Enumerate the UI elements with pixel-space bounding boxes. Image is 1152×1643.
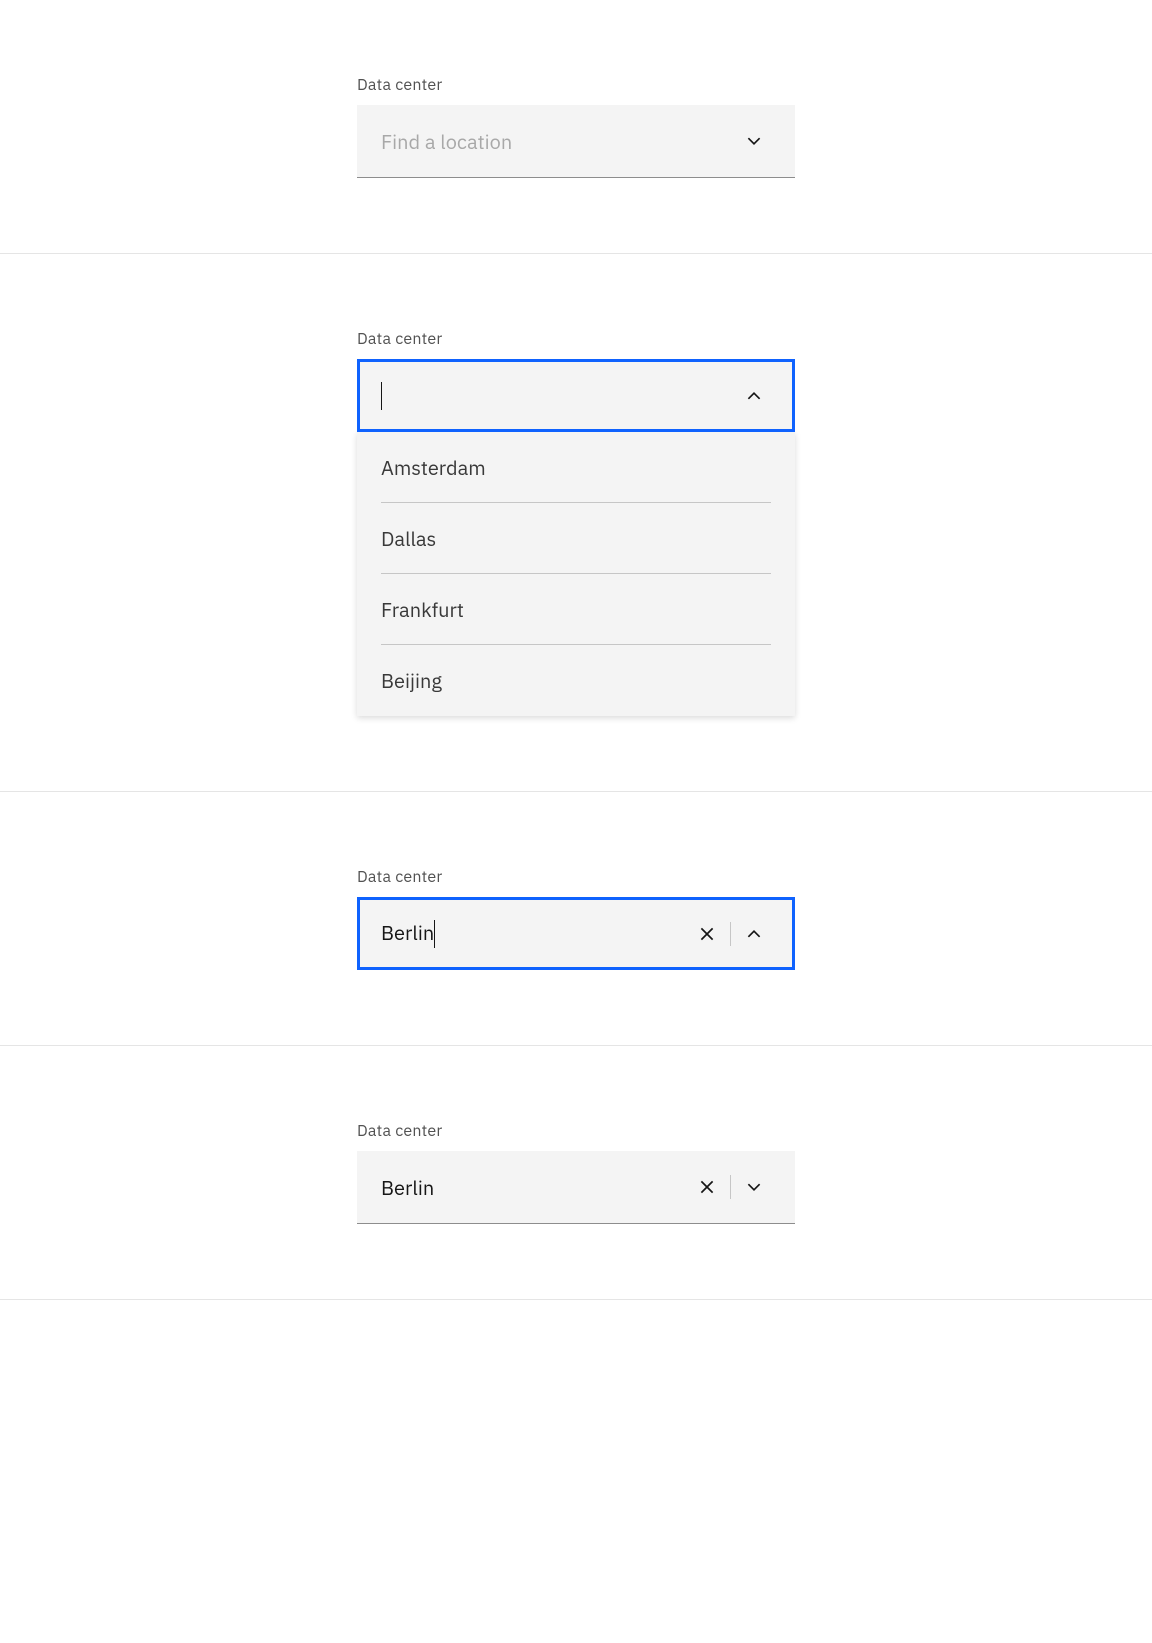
dropdown-menu: Amsterdam Dallas Frankfurt Beijing [357,432,795,716]
divider [730,922,731,946]
dropdown-option[interactable]: Beijing [357,645,795,716]
dropdown-option[interactable]: Dallas [357,503,795,574]
combobox-filled-focused-section: Data center Berlin [0,792,1152,1046]
divider [730,1175,731,1199]
dropdown-option[interactable]: Amsterdam [357,432,795,503]
field-label: Data center [357,867,795,887]
combobox-filled-section: Data center Berlin [0,1046,1152,1300]
combobox-default[interactable] [357,105,795,178]
chevron-down-icon [745,1178,763,1196]
chevron-up-button[interactable] [737,917,771,951]
combobox-expanded-section: Data center Amsterdam Dallas Frankfurt B… [0,254,1152,792]
clear-button[interactable] [690,917,724,951]
close-icon [698,925,716,943]
combobox-default-section: Data center [0,0,1152,254]
chevron-down-button[interactable] [737,124,771,158]
clear-button[interactable] [690,1170,724,1204]
text-cursor [434,920,435,948]
text-cursor [381,382,382,410]
combobox-input[interactable] [381,128,737,155]
combobox-value: Berlin [381,1174,690,1201]
combobox-value: Berlin [381,919,690,949]
close-icon [698,1178,716,1196]
chevron-down-button[interactable] [737,1170,771,1204]
field-label: Data center [357,75,795,95]
chevron-up-icon [745,387,763,405]
field-label: Data center [357,1121,795,1141]
combobox-filled-focused[interactable]: Berlin [357,897,795,970]
field-label: Data center [357,329,795,349]
chevron-up-button[interactable] [737,379,771,413]
combobox-filled[interactable]: Berlin [357,1151,795,1224]
chevron-up-icon [745,925,763,943]
chevron-down-icon [745,132,763,150]
combobox-expanded[interactable] [357,359,795,432]
dropdown-option[interactable]: Frankfurt [357,574,795,645]
